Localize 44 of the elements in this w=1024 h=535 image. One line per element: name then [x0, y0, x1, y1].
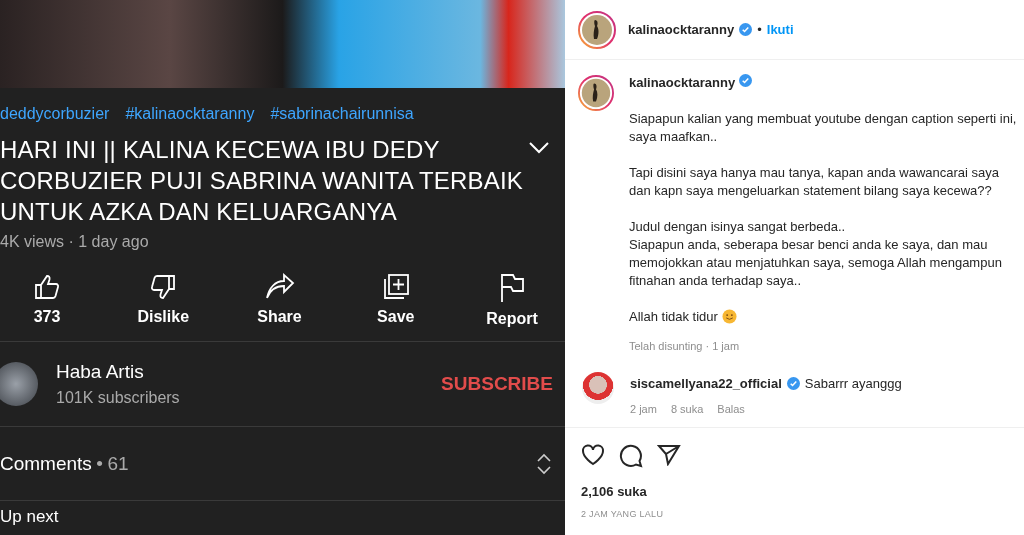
- like-button[interactable]: 373: [12, 273, 82, 333]
- video-title: UNTUK AZKA DAN KELUARGANYA: [0, 197, 398, 227]
- profile-avatar[interactable]: [578, 10, 616, 49]
- comment-bubble-icon[interactable]: [619, 444, 643, 468]
- subscriber-count: 101K subscribers: [56, 389, 181, 407]
- edited-timestamp: Telah disunting · 1 jam: [629, 340, 740, 352]
- chevron-down-icon[interactable]: [529, 142, 549, 154]
- caption-text: kalinaocktaranny Siapapun kalian yang membuat youtube dengan caption seperti ini, saya maafkan.. Tapi disini saya hanya mau tanya, kapan anda wawancarai saya dan kapn saya mengeluarkan statement bilang saya kecewa?? Judul dengan isinya sangat berbeda.. Siapapun anda, seberapa besar benci anda ke saya, dan mau memojokkan atau menjatuhkan saya, semoga Allah mengampun fitnahan anda terhadap saya.. Allah tidak tidur: [629, 74, 1018, 326]
- flag-icon: [499, 273, 525, 303]
- view-count: 4K views · 1 day ago: [0, 233, 150, 251]
- comment-text: Sabarrr ayanggg: [804, 376, 902, 391]
- username[interactable]: kalinaocktaranny: [628, 22, 735, 37]
- comment-time: 2 jam: [630, 403, 657, 415]
- dislike-button[interactable]: Dislike: [128, 273, 199, 333]
- video-title: CORBUZIER PUJI SABRINA WANITA TERBAIK: [0, 166, 524, 196]
- like-count[interactable]: 2,106 suka: [581, 484, 1024, 499]
- hashtag-link[interactable]: #sabrinachairunnisa: [270, 105, 414, 125]
- expand-icon[interactable]: [537, 452, 551, 475]
- hashtag-link[interactable]: deddycorbuzier: [0, 105, 110, 125]
- smiling-emoji-icon: [721, 309, 737, 324]
- send-icon[interactable]: [657, 444, 681, 466]
- share-arrow-icon: [264, 273, 295, 301]
- share-button[interactable]: Share: [244, 273, 315, 333]
- save-button[interactable]: Save: [360, 273, 431, 333]
- post-time: 2 JAM YANG LALU: [581, 509, 665, 519]
- hashtag-link[interactable]: #kalinaocktaranny: [125, 105, 255, 125]
- profile-avatar[interactable]: [578, 74, 614, 112]
- comment-username[interactable]: siscamellyana22_official: [630, 376, 782, 391]
- heart-icon[interactable]: [581, 444, 605, 466]
- thumbs-down-icon: [149, 273, 178, 301]
- report-button[interactable]: Report: [477, 273, 547, 333]
- channel-name[interactable]: Haba Artis: [56, 361, 442, 383]
- channel-avatar[interactable]: [0, 362, 38, 406]
- up-next-label: Up next: [0, 507, 60, 527]
- subscribe-button[interactable]: SUBSCRIBE: [441, 373, 553, 395]
- thumbs-up-icon: [33, 273, 61, 301]
- separator-dot: •: [96, 452, 103, 474]
- comment-likes[interactable]: 8 suka: [670, 403, 704, 415]
- separator-dot: •: [757, 22, 762, 37]
- comment-count: 61: [107, 452, 129, 474]
- commenter-avatar[interactable]: [582, 372, 614, 404]
- add-to-playlist-icon: [381, 273, 410, 301]
- video-title: HARI INI || KALINA KECEWA IBU DEDY: [0, 135, 441, 165]
- comments-label[interactable]: Comments: [0, 452, 92, 474]
